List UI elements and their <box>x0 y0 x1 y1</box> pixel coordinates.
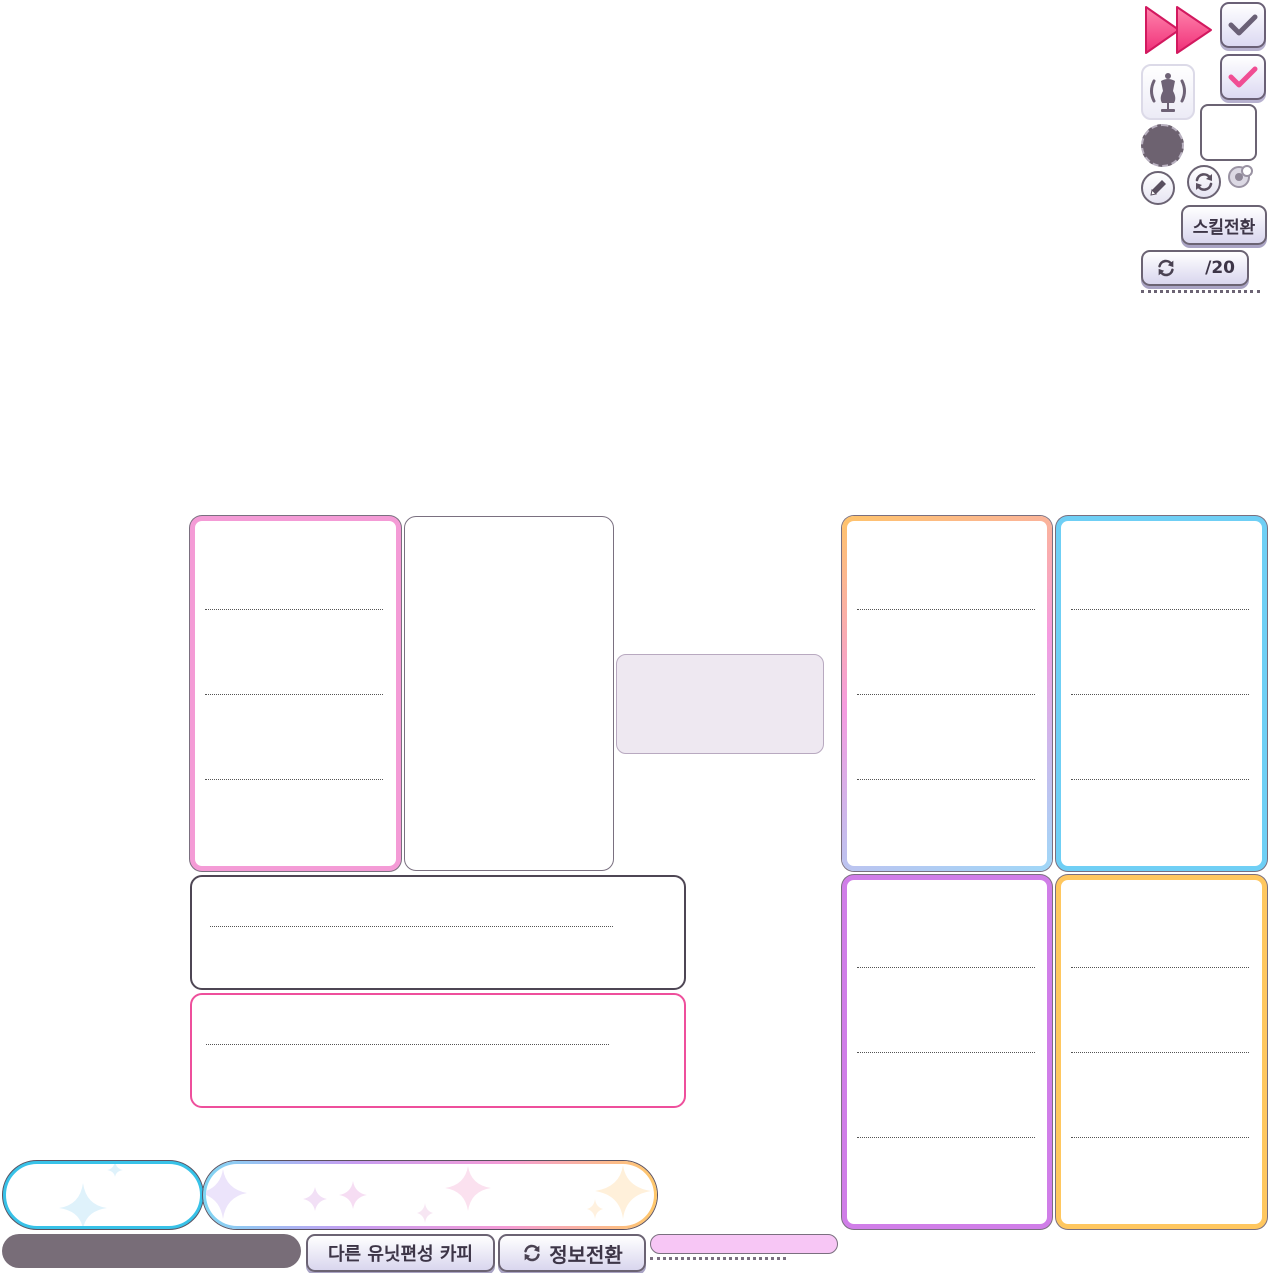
checkmark-pink-icon <box>1228 66 1258 88</box>
sparkle-icon <box>59 1164 123 1226</box>
stat-card-plain <box>404 516 614 871</box>
fast-forward-icon <box>1145 6 1212 54</box>
sparkle-icon <box>206 1165 651 1223</box>
pink-checkbox[interactable] <box>1220 54 1266 100</box>
auto-checkbox[interactable] <box>1220 2 1266 48</box>
name-plate <box>2 1234 301 1268</box>
stat-card-orange <box>1056 875 1267 1229</box>
info-switch-button[interactable]: 정보전환 <box>498 1234 646 1272</box>
skill-panel <box>190 875 686 990</box>
swap-button[interactable] <box>1187 165 1221 199</box>
stat-card-purple <box>842 875 1052 1229</box>
mannequin-icon <box>1150 73 1186 112</box>
gauge-right <box>203 1161 657 1229</box>
character-slot[interactable] <box>1200 104 1257 161</box>
edit-button[interactable] <box>1141 171 1175 205</box>
refresh-icon <box>524 1244 540 1262</box>
divider <box>650 1257 786 1260</box>
view-toggle[interactable] <box>1225 163 1255 191</box>
pencil-icon <box>1150 180 1166 196</box>
unit-avatar-slot[interactable] <box>1141 124 1184 167</box>
stat-card-blue <box>1056 516 1267 871</box>
copy-unit-formation-label: 다른 유닛편성 카피 <box>327 1244 473 1265</box>
skill-switch-button[interactable]: 스킬전환 <box>1181 205 1267 245</box>
gauge-left <box>3 1161 203 1229</box>
refresh-icon <box>1158 259 1174 277</box>
info-panel <box>616 654 824 754</box>
pink-gauge <box>650 1234 838 1254</box>
fast-forward-button[interactable] <box>1143 4 1215 56</box>
divider <box>1141 290 1260 293</box>
stat-card-pink <box>190 516 401 871</box>
refresh-count: /20 <box>1205 258 1235 278</box>
skill-switch-label: 스킬전환 <box>1192 217 1256 238</box>
refresh-counter-button[interactable]: /20 <box>1141 250 1249 286</box>
copy-unit-formation-button[interactable]: 다른 유닛편성 카피 <box>306 1234 495 1272</box>
costume-button[interactable] <box>1141 64 1195 120</box>
checkmark-icon <box>1228 14 1258 36</box>
eye-swap-icon <box>1228 165 1253 188</box>
info-switch-label: 정보전환 <box>549 1242 623 1267</box>
stat-card-gradient <box>842 516 1052 871</box>
refresh-icon <box>1195 173 1213 191</box>
skill-panel-pink <box>190 993 686 1108</box>
